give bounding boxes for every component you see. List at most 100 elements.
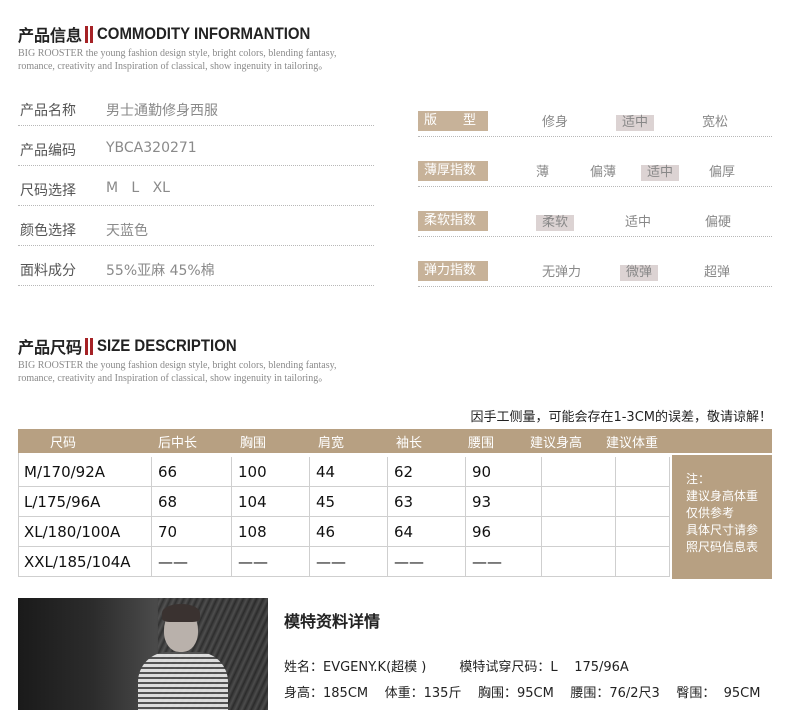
attr-label: 柔软指数 — [418, 211, 488, 231]
size-note-box: 注： 建议身高体重 仅供参考 具体尺寸请参 照尺码信息表 — [672, 455, 772, 579]
attr-option: 偏硬 — [705, 215, 732, 230]
photo-model-body — [138, 652, 228, 710]
cell-size: L/175/96A — [18, 487, 152, 517]
attr-option: 宽松 — [702, 115, 729, 130]
info-value: M L XL — [106, 180, 170, 196]
size-section-header: 产品尺码 SIZE DESCRIPTION — [18, 335, 256, 357]
info-row-color: 颜色选择 天蓝色 — [18, 216, 374, 246]
attr-option: 偏薄 — [590, 165, 617, 180]
model-measurements-line: 身高：185CM 体重：135斤 胸围：95CM 腰围：76/2尺3 臀围： 9… — [284, 686, 761, 701]
commodity-title-en: COMMODITY INFORMANTION — [97, 24, 311, 43]
info-row-name: 产品名称 男士通勤修身西服 — [18, 96, 374, 126]
cell-size: XL/180/100A — [18, 517, 152, 547]
attr-option-selected: 适中 — [616, 115, 655, 131]
size-title-en: SIZE DESCRIPTION — [97, 336, 237, 355]
cell-sleeve: 62 — [388, 457, 466, 487]
attr-option-selected: 微弹 — [620, 265, 659, 281]
info-key: 面料成分 — [20, 263, 76, 279]
cell-waist: 93 — [466, 487, 542, 517]
cell-waist: —— — [466, 547, 542, 577]
cell-chest: 104 — [232, 487, 310, 517]
info-key: 产品编码 — [20, 143, 76, 159]
attr-option-selected: 柔软 — [536, 215, 575, 231]
info-row-code: 产品编码 YBCA320271 — [18, 136, 374, 166]
title-divider-bars — [85, 337, 94, 355]
cell-height — [542, 457, 616, 487]
table-row: M/170/92A 66 100 44 62 90 — [18, 457, 670, 487]
cell-shoulder: 45 — [310, 487, 388, 517]
cell-waist: 96 — [466, 517, 542, 547]
cell-sleeve: 63 — [388, 487, 466, 517]
attr-row-fit: 版 型 修身 适中 宽松 — [418, 111, 772, 137]
cell-weight — [616, 517, 670, 547]
col-header-chest: 胸围 — [240, 436, 267, 451]
size-note-line: 具体尺寸请参 — [686, 523, 759, 537]
attr-option: 偏厚 — [709, 165, 736, 180]
cell-shoulder: 44 — [310, 457, 388, 487]
cell-chest: 100 — [232, 457, 310, 487]
cell-chest: 108 — [232, 517, 310, 547]
size-note-line: 照尺码信息表 — [686, 540, 759, 554]
info-key: 颜色选择 — [20, 223, 76, 239]
attr-option: 薄 — [536, 165, 550, 180]
cell-height — [542, 517, 616, 547]
info-value: 男士通勤修身西服 — [106, 103, 218, 119]
attr-label: 薄厚指数 — [418, 161, 488, 181]
title-divider-bars — [85, 25, 94, 43]
cell-sleeve: —— — [388, 547, 466, 577]
cell-height — [542, 547, 616, 577]
size-note-line: 仅供参考 — [686, 506, 735, 520]
attr-option: 超弹 — [704, 265, 731, 280]
cell-height — [542, 487, 616, 517]
col-header-back-length: 后中长 — [158, 436, 198, 451]
table-row: L/175/96A 68 104 45 63 93 — [18, 487, 670, 517]
col-header-sleeve: 袖长 — [396, 436, 423, 451]
attr-label: 版 型 — [418, 111, 488, 131]
cell-shoulder: 46 — [310, 517, 388, 547]
cell-weight — [616, 547, 670, 577]
attr-row-elasticity: 弹力指数 无弹力 微弹 超弹 — [418, 261, 772, 287]
model-title: 模特资料详情 — [284, 612, 381, 631]
size-subtitle: BIG ROOSTER the young fashion design sty… — [18, 359, 358, 385]
commodity-title-cn: 产品信息 — [18, 26, 83, 45]
commodity-subtitle-line: BIG ROOSTER the young fashion design sty… — [18, 48, 337, 59]
info-key: 尺码选择 — [20, 183, 76, 199]
photo-model-hair — [162, 604, 200, 622]
attr-option-selected: 适中 — [641, 165, 680, 181]
info-value: 55%亚麻 45%棉 — [106, 263, 215, 279]
cell-size: M/170/92A — [18, 457, 152, 487]
size-table-header: 尺码 后中长 胸围 肩宽 袖长 腰围 建议身高 建议体重 — [18, 429, 772, 453]
col-header-height: 建议身高 — [530, 436, 583, 451]
size-subtitle-line: BIG ROOSTER the young fashion design sty… — [18, 360, 337, 371]
model-info-line: 姓名：EVGENY.K(超模 ) 模特试穿尺码：L 175/96A — [284, 660, 629, 675]
table-row: XXL/185/104A —— —— —— —— —— — [18, 547, 670, 577]
info-row-fabric: 面料成分 55%亚麻 45%棉 — [18, 256, 374, 286]
commodity-subtitle-line: romance, creativity and Inspiration of c… — [18, 61, 329, 72]
cell-back-length: —— — [152, 547, 232, 577]
attr-row-softness: 柔软指数 柔软 适中 偏硬 — [418, 211, 772, 237]
commodity-subtitle: BIG ROOSTER the young fashion design sty… — [18, 47, 358, 73]
cell-back-length: 68 — [152, 487, 232, 517]
size-note-line: 建议身高体重 — [686, 489, 759, 503]
attr-row-thickness: 薄厚指数 薄 偏薄 适中 偏厚 — [418, 161, 772, 187]
cell-chest: —— — [232, 547, 310, 577]
col-header-size: 尺码 — [50, 436, 77, 451]
attr-label: 弹力指数 — [418, 261, 488, 281]
col-header-waist: 腰围 — [468, 436, 495, 451]
cell-back-length: 66 — [152, 457, 232, 487]
commodity-section-header: 产品信息 COMMODITY INFORMANTION — [18, 23, 339, 45]
cell-size: XXL/185/104A — [18, 547, 152, 577]
info-value: YBCA320271 — [106, 140, 197, 156]
table-row: XL/180/100A 70 108 46 64 96 — [18, 517, 670, 547]
info-key: 产品名称 — [20, 103, 76, 119]
info-row-size: 尺码选择 M L XL — [18, 176, 374, 206]
col-header-shoulder: 肩宽 — [318, 436, 345, 451]
cell-shoulder: —— — [310, 547, 388, 577]
cell-sleeve: 64 — [388, 517, 466, 547]
cell-back-length: 70 — [152, 517, 232, 547]
model-photo — [18, 598, 268, 710]
info-value: 天蓝色 — [106, 223, 148, 239]
size-title-cn: 产品尺码 — [18, 338, 83, 357]
measurement-notice: 因手工侧量，可能会存在1-3CM的误差，敬请谅解！ — [470, 410, 772, 425]
cell-waist: 90 — [466, 457, 542, 487]
